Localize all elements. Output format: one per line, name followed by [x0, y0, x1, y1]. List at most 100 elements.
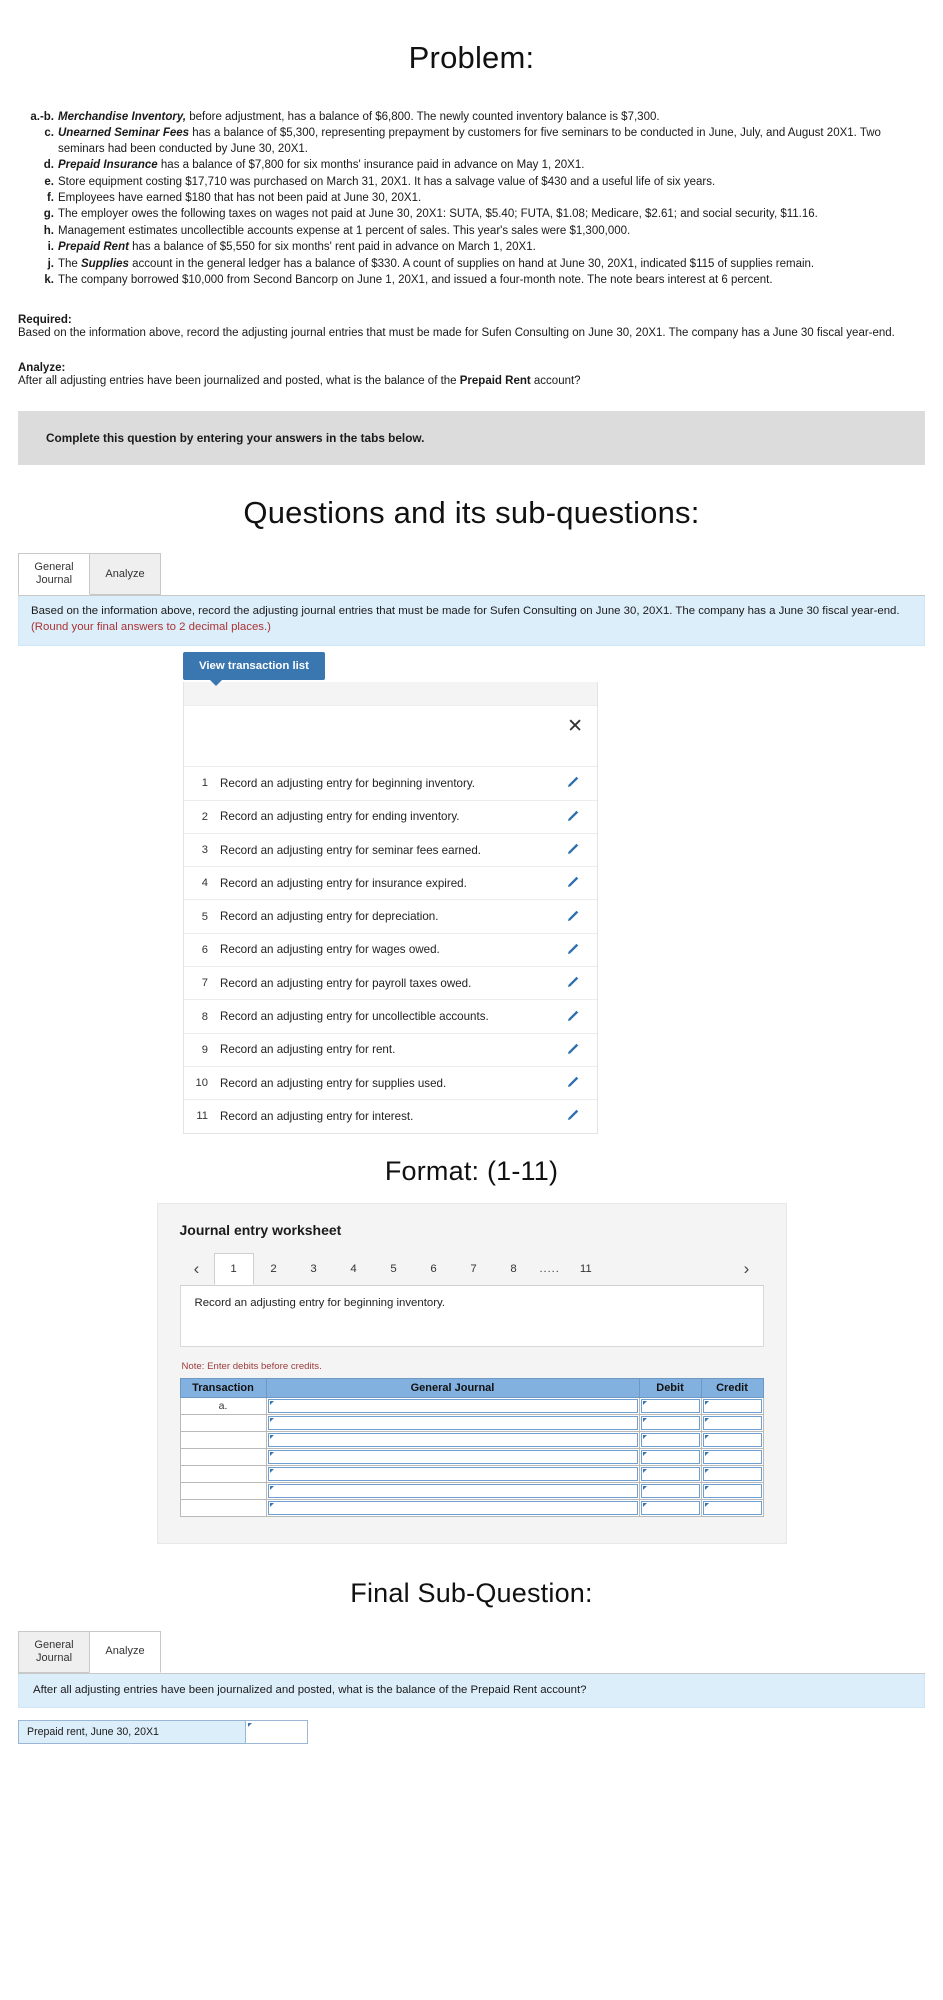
- cell-general-journal[interactable]: [265, 1413, 640, 1432]
- analyze-text-after: account?: [530, 374, 581, 387]
- list-item[interactable]: 8 Record an adjusting entry for uncollec…: [184, 999, 597, 1033]
- credit-input[interactable]: [702, 1466, 762, 1481]
- edit-pencil-icon[interactable]: [565, 1010, 583, 1024]
- worksheet-tab-3[interactable]: 3: [294, 1253, 334, 1285]
- journal-account-input[interactable]: [267, 1466, 638, 1481]
- cell-debit[interactable]: [638, 1447, 702, 1466]
- final-answer-input[interactable]: [245, 1720, 307, 1743]
- cell-general-journal[interactable]: [265, 1481, 640, 1500]
- worksheet-tab-4[interactable]: 4: [334, 1253, 374, 1285]
- worksheet-tab-5[interactable]: 5: [374, 1253, 414, 1285]
- list-item[interactable]: 7 Record an adjusting entry for payroll …: [184, 966, 597, 1000]
- list-item[interactable]: 6 Record an adjusting entry for wages ow…: [184, 932, 597, 967]
- edit-pencil-icon[interactable]: [565, 1076, 583, 1090]
- cell-general-journal[interactable]: [265, 1464, 640, 1483]
- chevron-right-icon[interactable]: ›: [730, 1253, 764, 1285]
- cell-credit[interactable]: [700, 1413, 764, 1432]
- list-item-number: 2: [201, 810, 208, 823]
- list-item[interactable]: 2 Record an adjusting entry for ending i…: [184, 799, 597, 833]
- journal-account-input[interactable]: [267, 1398, 638, 1413]
- problem-item-text: before adjustment, has a balance of $6,8…: [186, 111, 660, 123]
- chevron-left-icon[interactable]: ‹: [180, 1253, 214, 1285]
- edit-pencil-icon[interactable]: [565, 776, 583, 790]
- list-item-number: 3: [201, 844, 208, 857]
- debit-input[interactable]: [640, 1449, 700, 1464]
- cell-debit[interactable]: [638, 1413, 702, 1432]
- list-item[interactable]: 9 Record an adjusting entry for rent.: [184, 1032, 597, 1066]
- worksheet-tab-6[interactable]: 6: [414, 1253, 454, 1285]
- journal-account-input[interactable]: [267, 1500, 638, 1515]
- edit-pencil-icon[interactable]: [565, 943, 583, 957]
- cell-debit[interactable]: [638, 1396, 702, 1415]
- cell-credit[interactable]: [700, 1430, 764, 1449]
- view-transaction-list-button[interactable]: View transaction list: [183, 652, 325, 687]
- tab-general-journal-line1: General: [34, 561, 74, 574]
- debit-input[interactable]: [640, 1483, 700, 1498]
- cell-credit[interactable]: [700, 1498, 764, 1517]
- problem-item: h. Management estimates uncollectible ac…: [18, 224, 921, 239]
- credit-input[interactable]: [702, 1449, 762, 1464]
- journal-account-input[interactable]: [267, 1449, 638, 1464]
- credit-input[interactable]: [702, 1415, 762, 1430]
- required-text: Based on the information above, record t…: [18, 327, 895, 340]
- cell-credit[interactable]: [700, 1447, 764, 1466]
- list-item-number: 11: [196, 1110, 208, 1123]
- edit-pencil-icon[interactable]: [565, 876, 583, 890]
- problem-item-label: h.: [43, 224, 54, 237]
- cell-general-journal[interactable]: [265, 1498, 640, 1517]
- cell-credit[interactable]: [700, 1481, 764, 1500]
- list-item[interactable]: 1 Record an adjusting entry for beginnin…: [184, 766, 597, 800]
- edit-pencil-icon[interactable]: [565, 910, 583, 924]
- list-item[interactable]: 3 Record an adjusting entry for seminar …: [184, 832, 597, 867]
- list-item[interactable]: 5 Record an adjusting entry for deprecia…: [184, 899, 597, 933]
- worksheet-tab-8[interactable]: 8: [494, 1253, 534, 1285]
- cell-debit[interactable]: [638, 1498, 702, 1517]
- cell-credit[interactable]: [700, 1396, 764, 1415]
- cell-debit[interactable]: [638, 1464, 702, 1483]
- journal-account-input[interactable]: [267, 1432, 638, 1447]
- edit-pencil-icon[interactable]: [565, 1043, 583, 1057]
- cell-general-journal[interactable]: [265, 1430, 640, 1449]
- list-item[interactable]: 11 Record an adjusting entry for interes…: [184, 1099, 597, 1133]
- cell-general-journal[interactable]: [265, 1396, 640, 1415]
- edit-pencil-icon[interactable]: [565, 810, 583, 824]
- credit-input[interactable]: [702, 1398, 762, 1413]
- section-title-final: Final Sub-Question:: [350, 1577, 593, 1608]
- problem-item: c. Unearned Seminar Fees has a balance o…: [18, 126, 921, 157]
- debit-input[interactable]: [640, 1432, 700, 1447]
- cell-credit[interactable]: [700, 1464, 764, 1483]
- problem-item-term: Prepaid Insurance: [58, 159, 158, 172]
- worksheet-tab-1[interactable]: 1: [213, 1252, 254, 1285]
- worksheet-tab-7[interactable]: 7: [454, 1253, 494, 1285]
- list-item-number: 10: [195, 1077, 208, 1090]
- cell-debit[interactable]: [638, 1430, 702, 1449]
- close-icon[interactable]: ✕: [567, 717, 583, 736]
- credit-input[interactable]: [702, 1432, 762, 1447]
- credit-input[interactable]: [702, 1500, 762, 1515]
- credit-input[interactable]: [702, 1483, 762, 1498]
- final-tab-general-journal[interactable]: General Journal: [18, 1630, 90, 1673]
- question-instruction-note: Based on the information above, record t…: [18, 595, 925, 647]
- list-item[interactable]: 10 Record an adjusting entry for supplie…: [184, 1065, 597, 1100]
- worksheet-tab-2[interactable]: 2: [254, 1253, 294, 1285]
- tab-analyze[interactable]: Analyze: [89, 553, 161, 596]
- debit-input[interactable]: [640, 1466, 700, 1481]
- edit-pencil-icon[interactable]: [565, 976, 583, 990]
- debit-input[interactable]: [640, 1415, 700, 1430]
- worksheet-tab-11[interactable]: 11: [566, 1253, 606, 1285]
- problem-item-term: Merchandise Inventory,: [58, 111, 187, 123]
- journal-account-input[interactable]: [267, 1415, 638, 1430]
- problem-item-label: c.: [44, 127, 54, 140]
- cell-general-journal[interactable]: [265, 1447, 640, 1466]
- list-item[interactable]: 4 Record an adjusting entry for insuranc…: [184, 866, 597, 900]
- tab-general-journal[interactable]: General Journal: [18, 553, 90, 596]
- edit-pencil-icon[interactable]: [565, 1109, 583, 1123]
- final-tab-analyze[interactable]: Analyze: [89, 1630, 161, 1673]
- debit-input[interactable]: [640, 1398, 700, 1413]
- debit-input[interactable]: [640, 1500, 700, 1515]
- journal-account-input[interactable]: [267, 1483, 638, 1498]
- journal-table-header-row: Transaction General Journal Debit Credit: [179, 1377, 764, 1398]
- cell-debit[interactable]: [638, 1481, 702, 1500]
- problem-list: a.-b. Merchandise Inventory, before adju…: [0, 110, 943, 288]
- edit-pencil-icon[interactable]: [565, 843, 583, 857]
